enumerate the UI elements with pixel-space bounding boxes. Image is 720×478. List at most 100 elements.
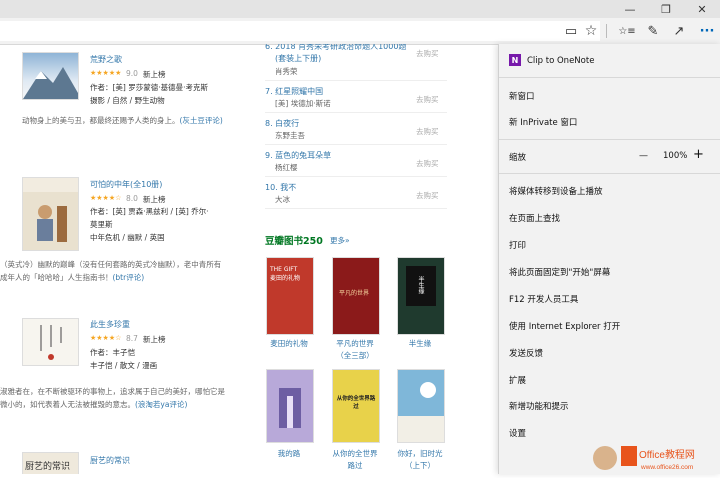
cover-illustration [40,325,62,360]
menu-item-new-window[interactable]: 新窗口 [509,90,535,102]
rank-title[interactable]: 9. 蓝色的兔耳朵草 [265,150,331,161]
book-desc: 动物身上的美与丑，都最终还赐予人类的身上。(灰土豆评论) [22,116,223,125]
share-icon[interactable]: ↗ [666,18,692,44]
book-title[interactable]: 此生多珍重 [90,319,130,330]
menu-item-extensions[interactable]: 扩展 [509,374,526,386]
menu-item-cast[interactable]: 将媒体转移到设备上播放 [509,185,603,197]
book-desc: 淑雅者在，在不断被驱环的事物上，追求属于自己的美好，哪怕它是微小的，如代表着人无… [0,387,225,409]
rating-value: 8.0 [126,194,138,203]
list-item[interactable]: 6. 2018 肖秀荣考研政治命题人1000题 (套装上下册) 肖秀荣 去购买 [265,44,447,81]
book-cover-maitian[interactable]: THE GIFT 麦田的礼物 [266,257,314,335]
onenote-icon: N [509,54,521,66]
rating-stars: ★★★★★ [90,69,122,77]
book-desc: （英式冷）幽默的巅峰（没有任何套路的英式冷幽默），老中青所有成年人的「哈哈哈」人… [0,260,222,282]
web-page: 荒野之歌 ★★★★★ 9.0 新上榜 作者：[美] 罗莎蒙德·基德曼·考克斯 摄… [0,44,498,474]
list-item[interactable]: 10. 我不 大冰 去购买 [265,180,447,209]
rating-stars: ★★★★☆ [90,334,122,342]
review-link[interactable]: (btr评论) [113,273,145,282]
menu-item-pin-start[interactable]: 将此页面固定到"开始"屏幕 [509,266,610,278]
book-caption-cont[interactable]: 路过 [320,460,390,472]
rank-title[interactable]: 6. 2018 肖秀荣考研政治命题人1000题 [265,44,406,52]
book-cover-huangye[interactable] [22,52,79,100]
rank-author: [美] 埃德加·斯诺 [275,99,331,108]
address-bar [0,18,720,45]
zoom-value: 100% [663,151,688,161]
favorites-hub-icon[interactable]: ☆≡ [614,18,640,44]
menu-divider [499,139,720,140]
favorite-star-icon[interactable]: ☆ [578,18,604,44]
rank-title[interactable]: 7. 红星照耀中国 [265,86,323,97]
book-cover-cisheng[interactable] [22,318,79,366]
cover-text: 平凡的世界 [339,290,370,297]
menu-item-devtools[interactable]: F12 开发人员工具 [509,293,578,305]
cover-illustration [23,178,78,242]
book-tags: 丰子恺 / 散文 / 漫画 [90,361,158,370]
book-cover-congni[interactable]: 从你的全世界路过 [332,369,380,443]
book-caption-cont[interactable]: （全三部） [320,350,390,362]
rank-title[interactable]: 8. 白夜行 [265,118,299,129]
title-bar: — ❐ ✕ [0,0,720,18]
cover-illustration [279,388,301,428]
rating-stars: ★★★★☆ [90,194,122,202]
list-item[interactable]: 7. 红星照耀中国 [美] 埃德加·斯诺 去购买 [265,84,447,113]
address-input[interactable] [0,21,600,41]
buy-link[interactable]: 去购买 [416,158,439,169]
cover-illustration [398,382,444,442]
more-menu-icon[interactable]: ··· [694,18,720,44]
book-cover-wodelu[interactable] [266,369,314,443]
zoom-out-button[interactable]: — [639,151,648,161]
book-cover-bansheng[interactable]: 半生缘 [397,257,445,335]
cover-text: 厨艺的常识 [25,462,71,472]
book-caption[interactable]: 我的路 [254,448,324,460]
buy-link[interactable]: 去购买 [416,190,439,201]
menu-item-whats-new[interactable]: 新增功能和提示 [509,400,569,412]
rank-title[interactable]: 10. 我不 [265,182,296,193]
buy-link[interactable]: 去购买 [416,94,439,105]
book-title[interactable]: 可怕的中年(全10册) [90,179,162,190]
menu-item-clip-onenote[interactable]: Clip to OneNote [527,56,594,66]
menu-item-feedback[interactable]: 发送反馈 [509,347,543,359]
rank-author: 大冰 [275,195,290,204]
watermark-url: www.office26.com [640,464,693,471]
rank-author: 杨红樱 [275,163,298,172]
review-link[interactable]: (浪淘若ya评论) [135,400,187,409]
menu-item-find[interactable]: 在页面上查找 [509,212,560,224]
book-author: 作者：[英] 贾森·黑兹利 / [英] 乔尔·莫里斯 [90,207,209,229]
book-caption[interactable]: 从你的全世界 [320,448,390,460]
book-title[interactable]: 厨艺的常识 [90,455,130,466]
maximize-button[interactable]: ❐ [648,0,684,18]
book-title[interactable]: 荒野之歌 [90,54,122,65]
rank-title-cont[interactable]: (套装上下册) [275,53,321,64]
buy-link[interactable]: 去购买 [416,126,439,137]
list-item[interactable]: 8. 白夜行 东野圭吾 去购买 [265,116,447,145]
menu-item-print[interactable]: 打印 [509,239,526,251]
book-cover-zhongnian[interactable] [22,177,79,251]
watermark-logo: Office教程网 www.office26.com [591,440,720,474]
list-item[interactable]: 9. 蓝色的兔耳朵草 杨红樱 去购买 [265,148,447,177]
status-badge: 新上榜 [143,70,166,79]
book-caption[interactable]: 麦田的礼物 [254,338,324,350]
book-author: 作者：丰子恺 [90,348,135,357]
buy-link[interactable]: 去购买 [416,48,439,59]
close-button[interactable]: ✕ [684,0,720,18]
book-caption-cont[interactable]: （上下） [385,460,455,472]
zoom-in-button[interactable]: + [693,147,704,162]
toolbar-divider [606,24,607,38]
minimize-button[interactable]: — [612,0,648,18]
rating-value: 9.0 [126,69,138,78]
menu-item-settings[interactable]: 设置 [509,427,526,439]
review-link[interactable]: (灰土豆评论) [180,116,223,125]
book-caption[interactable]: 你好，旧时光 [385,448,455,460]
more-link[interactable]: 更多» [330,235,350,246]
book-cover-pingfan[interactable]: 平凡的世界 [332,257,380,335]
pen-icon[interactable]: ✎ [640,18,666,44]
menu-item-open-ie[interactable]: 使用 Internet Explorer 打开 [509,320,620,332]
book-cover-chuyi[interactable]: 厨艺的常识 [22,452,79,474]
book-cover-nihao[interactable] [397,369,445,443]
section-title: 豆瓣图书250 [265,236,323,247]
menu-item-inprivate[interactable]: 新 InPrivate 窗口 [509,116,577,128]
book-caption[interactable]: 半生缘 [385,338,455,350]
book-tags: 摄影 / 自然 / 野生动物 [90,96,165,105]
mountain-image [23,67,78,99]
book-caption[interactable]: 平凡的世界 [320,338,390,350]
